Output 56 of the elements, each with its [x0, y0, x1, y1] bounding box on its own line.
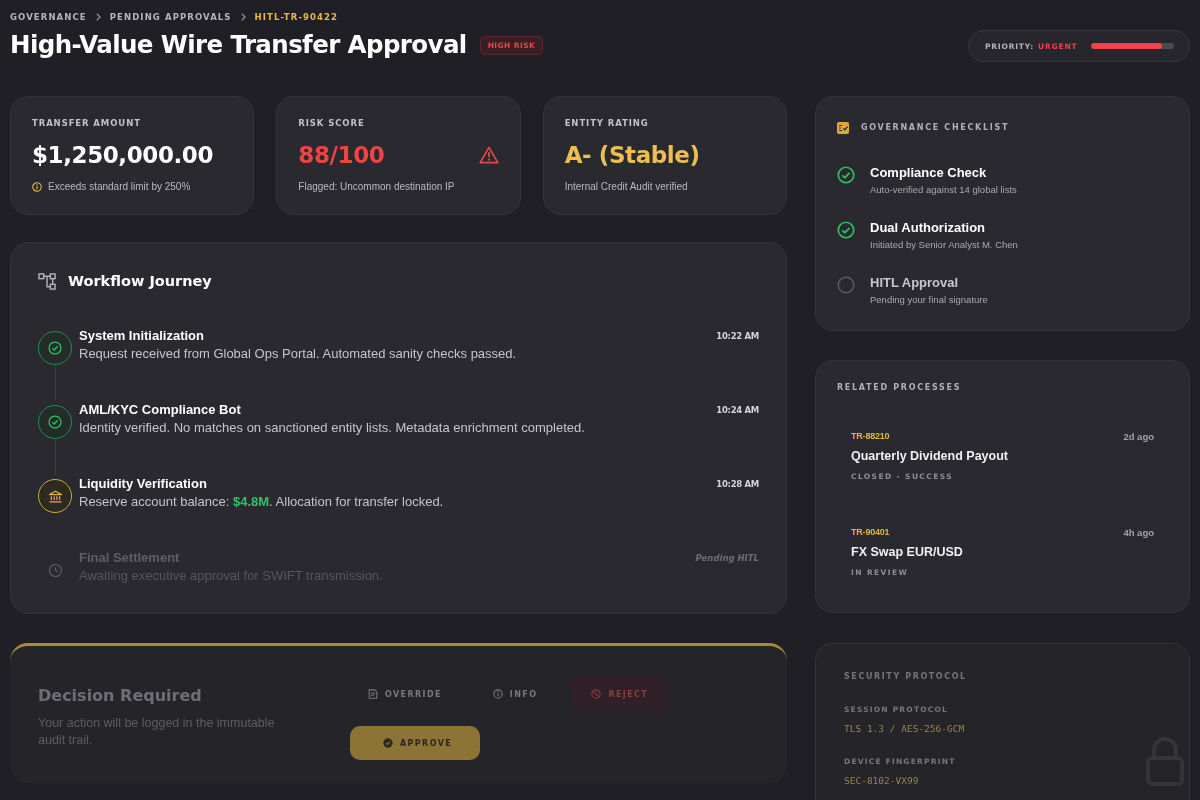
breadcrumb-link[interactable]: GOVERNANCE: [10, 10, 87, 24]
workflow-title: Workflow Journey: [68, 273, 212, 289]
breadcrumb-link[interactable]: HITL-TR-90422: [254, 10, 339, 24]
checklist-item-subtitle: Initiated by Senior Analyst M. Chen: [870, 238, 1019, 252]
checklist-item-title: Compliance Check: [870, 164, 988, 182]
flow-diagram-icon: [38, 272, 57, 290]
checklist-item-subtitle: Pending your final signature: [870, 293, 989, 307]
metric-value: $1,250,000.00: [32, 141, 214, 170]
page-title: High-Value Wire Transfer Approval: [10, 30, 467, 60]
chevron-icon: [95, 13, 101, 21]
process-id[interactable]: TR-90401: [851, 527, 890, 537]
related-title: RELATED PROCESSES: [837, 382, 963, 394]
metric-note: Flagged: Uncommon destination IP: [298, 180, 455, 194]
checklist-item-title: Dual Authorization: [870, 219, 987, 237]
checklist-title: GOVERNANCE CHECKLIST: [861, 122, 1010, 134]
clock-icon: [47, 562, 63, 578]
checklist-item-title: HITL Approval: [870, 274, 960, 292]
security-field-value: SEC-8102-VX99: [844, 774, 920, 788]
process-name: FX Swap EUR/USD: [851, 544, 964, 561]
step-description: Request received from Global Ops Portal. Automated sanity checks passed.: [79, 345, 518, 363]
info-icon: [32, 182, 42, 192]
bank-icon: [38, 479, 72, 513]
metric-note: Exceeds standard limit by 250%: [48, 180, 191, 194]
step-description: Reserve account balance: $4.8M. Allocation for transfer locked.: [79, 493, 445, 511]
chevron-icon: [240, 13, 246, 21]
process-id[interactable]: TR-88210: [851, 431, 890, 441]
check-circle-icon: [383, 738, 393, 748]
step-description: Identity verified. No matches on sanctioned entity lists. Metadata enrichment completed.: [79, 419, 586, 437]
metric-value: 88/100: [298, 141, 385, 170]
process-time: 2d ago: [1123, 430, 1154, 442]
security-field-value: TLS 1.3 / AES-256-GCM: [844, 722, 966, 736]
warning-icon: [478, 146, 499, 164]
checklist-icon: [837, 122, 849, 134]
step-time: 10:24 AM: [716, 404, 759, 417]
step-time: Pending HITL: [695, 552, 759, 565]
info-icon: [492, 689, 503, 699]
document-icon: [368, 689, 378, 699]
ban-icon: [591, 689, 602, 699]
check-circle-icon: [38, 405, 72, 439]
step-time: 10:22 AM: [716, 330, 759, 343]
process-time: 4h ago: [1123, 526, 1154, 538]
breadcrumb-link[interactable]: PENDING APPROVALS: [109, 10, 232, 24]
step-time: 10:28 AM: [716, 478, 759, 491]
step-title: System Initialization: [79, 327, 205, 345]
security-title: SECURITY PROTOCOL: [844, 671, 968, 683]
metric-note: Internal Credit Audit verified: [564, 180, 688, 194]
check-circle-icon: [38, 331, 72, 365]
step-title: AML/KYC Compliance Bot: [79, 401, 242, 419]
metric-label: ENTITY RATING: [564, 117, 650, 129]
checklist-item-subtitle: Auto-verified against 14 global lists: [870, 183, 1018, 197]
metric-value: A- (Stable): [564, 141, 700, 170]
step-title: Liquidity Verification: [79, 475, 208, 493]
metric-label: TRANSFER AMOUNT: [32, 117, 142, 129]
metric-label: RISK SCORE: [298, 117, 366, 129]
process-name: Quarterly Dividend Payout: [851, 448, 1009, 465]
decision-title: Decision Required: [38, 685, 203, 707]
